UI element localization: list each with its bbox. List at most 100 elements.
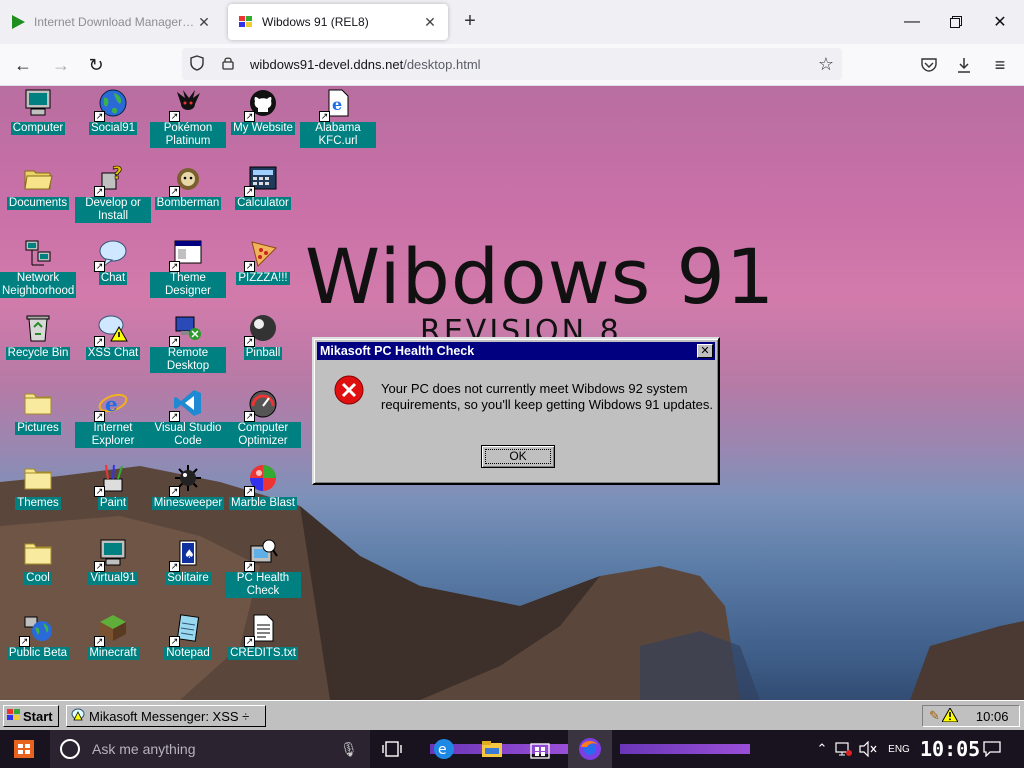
shortcut-arrow-icon: ↗ — [94, 261, 105, 272]
wibdows-favicon-icon — [238, 14, 254, 30]
desktop-icon[interactable]: ↗ CREDITS.txt — [225, 611, 301, 686]
restore-button[interactable] — [942, 8, 970, 36]
desktop-icon[interactable]: e ↗ Internet Explorer — [75, 386, 151, 461]
task-view-icon[interactable] — [380, 737, 404, 761]
new-tab-button[interactable]: + — [458, 10, 482, 34]
desktop-icon[interactable]: ↗ Visual Studio Code — [150, 386, 226, 461]
desktop-icon[interactable]: ? ↗ Develop or Install — [75, 161, 151, 236]
microphone-icon[interactable]: 🎙 — [340, 741, 358, 758]
desktop-icon-label: Alabama KFC.url — [300, 122, 376, 148]
network-globe-icon: ↗ — [19, 611, 55, 647]
gauge-icon: ↗ — [244, 386, 280, 422]
shield-icon[interactable] — [190, 54, 208, 74]
desktop-icon[interactable]: ↗ Pokémon Platinum — [150, 86, 226, 161]
chevron-up-icon[interactable]: ⌃ — [810, 737, 834, 761]
desktop-icon[interactable]: ↗ PIZZZA!!! — [225, 236, 301, 311]
desktop-icon[interactable]: ↗ Computer Optimizer — [225, 386, 301, 461]
host-clock[interactable]: 10:05 — [920, 734, 980, 764]
back-button[interactable]: ← — [10, 52, 36, 78]
health-check-dialog: Mikasoft PC Health Check ✕ Your PC does … — [312, 337, 720, 485]
pocket-icon[interactable] — [916, 52, 942, 78]
desktop-icon-label: PIZZZA!!! — [236, 272, 290, 285]
desktop-icon[interactable]: ↗ Minecraft — [75, 611, 151, 686]
windows-start-icon[interactable] — [12, 737, 36, 761]
desktop-icon[interactable]: ↗ Notepad — [150, 611, 226, 686]
desktop-icon[interactable]: ↗ Minesweeper — [150, 461, 226, 536]
shortcut-arrow-icon: ↗ — [169, 486, 180, 497]
recycle-bin-icon — [21, 311, 55, 345]
health-check-icon: ↗ — [244, 536, 280, 572]
desktop-icon[interactable]: Network Neighborhood — [0, 236, 76, 311]
file-explorer-icon[interactable] — [480, 737, 504, 761]
taskbar-item-messenger[interactable]: Mikasoft Messenger: XSS ÷ — [66, 705, 266, 727]
desktop-icon[interactable]: ↗ My Website — [225, 86, 301, 161]
desktop-icon[interactable]: ↗ Paint — [75, 461, 151, 536]
folder-open-icon — [21, 161, 55, 195]
store-icon[interactable] — [528, 737, 552, 761]
desktop-icon[interactable]: ↗ Marble Blast — [225, 461, 301, 536]
ok-button[interactable]: OK — [481, 445, 555, 468]
desktop-icon[interactable]: ↗ PC Health Check — [225, 536, 301, 611]
bomberman-icon: ↗ — [169, 161, 205, 197]
minimize-button[interactable]: — — [898, 8, 926, 36]
downloads-icon[interactable] — [951, 52, 977, 78]
desktop-icon[interactable]: ↗ Virtual91 — [75, 536, 151, 611]
dialog-title-bar[interactable]: Mikasoft PC Health Check ✕ — [317, 342, 715, 360]
system-tray: ✎ 10:06 — [922, 705, 1020, 727]
desktop-icon-label: Remote Desktop — [150, 347, 226, 373]
desktop-icon[interactable]: Recycle Bin — [0, 311, 76, 386]
cortana-icon — [60, 739, 80, 759]
desktop-icon[interactable]: Themes — [0, 461, 76, 536]
tab-wibdows[interactable]: Wibdows 91 (REL8) ✕ — [228, 4, 448, 40]
desktop-icon[interactable]: ↗ Public Beta — [0, 611, 76, 686]
forward-button[interactable]: → — [48, 52, 74, 78]
wibdows-desktop: Wibdows 91 REVISION 8 Computer ↗ Social91 ↗… — [0, 86, 1024, 730]
close-tab-icon[interactable]: ✕ — [422, 14, 438, 30]
desktop-icon[interactable]: ↗ XSS Chat — [75, 311, 151, 386]
cortana-search-box[interactable]: Ask me anything 🎙 — [50, 730, 370, 768]
volume-muted-icon[interactable] — [856, 737, 880, 761]
desktop-icon[interactable]: ↗ Remote Desktop — [150, 311, 226, 386]
url-text[interactable]: wibdows91-devel.ddns.net/desktop.html — [250, 57, 481, 72]
desktop-icon-label: Minecraft — [87, 647, 139, 660]
help-setup-icon: ? ↗ — [94, 161, 130, 197]
lock-icon[interactable] — [222, 56, 240, 73]
desktop-icon[interactable]: Pictures — [0, 386, 76, 461]
tab-idm[interactable]: Internet Download Manager: The f ✕ — [0, 4, 222, 40]
language-indicator[interactable]: ENG — [884, 737, 914, 761]
start-button[interactable]: Start — [3, 705, 59, 727]
desktop-icon[interactable]: ↗ Social91 — [75, 86, 151, 161]
menu-icon[interactable]: ≡ — [987, 52, 1013, 78]
desktop-icon[interactable]: Documents — [0, 161, 76, 236]
desktop-icon[interactable]: ↗ Chat — [75, 236, 151, 311]
close-tab-icon[interactable]: ✕ — [196, 14, 212, 30]
ie-icon: e ↗ — [94, 386, 130, 422]
desktop-icon[interactable]: Computer — [0, 86, 76, 161]
shortcut-arrow-icon: ↗ — [244, 261, 255, 272]
reload-button[interactable]: ↻ — [83, 52, 109, 78]
edge-icon[interactable]: e — [432, 737, 456, 761]
dialog-close-button[interactable]: ✕ — [697, 344, 713, 358]
bookmark-star-icon[interactable]: ☆ — [818, 54, 834, 75]
url-bar[interactable]: wibdows91-devel.ddns.net/desktop.html ☆ — [182, 48, 842, 80]
shortcut-arrow-icon: ↗ — [244, 411, 255, 422]
network-icon[interactable] — [832, 737, 856, 761]
desktop-icon[interactable]: ↗ Bomberman — [150, 161, 226, 236]
desktop-icon[interactable]: e ↗ Alabama KFC.url — [300, 86, 376, 161]
desktop-icon[interactable]: ↗ Theme Designer — [150, 236, 226, 311]
action-center-icon[interactable] — [980, 737, 1004, 761]
desktop-icon[interactable]: ↗ Pinball — [225, 311, 301, 386]
tray-clock: 10:06 — [975, 708, 1009, 724]
shortcut-arrow-icon: ↗ — [169, 261, 180, 272]
warning-icon[interactable] — [941, 706, 959, 725]
shortcut-arrow-icon: ↗ — [19, 636, 30, 647]
firefox-taskbar-button[interactable] — [568, 730, 612, 768]
desktop-icon-label: Chat — [98, 272, 128, 285]
close-window-button[interactable]: ✕ — [986, 8, 1014, 36]
desktop-icon[interactable]: ↗ Calculator — [225, 161, 301, 236]
desktop-icon[interactable]: ♠ ↗ Solitaire — [150, 536, 226, 611]
desktop-icon[interactable]: Cool — [0, 536, 76, 611]
notepad-icon: ↗ — [169, 611, 205, 647]
error-icon — [334, 375, 364, 405]
wrench-icon[interactable]: ✎ — [929, 708, 940, 724]
